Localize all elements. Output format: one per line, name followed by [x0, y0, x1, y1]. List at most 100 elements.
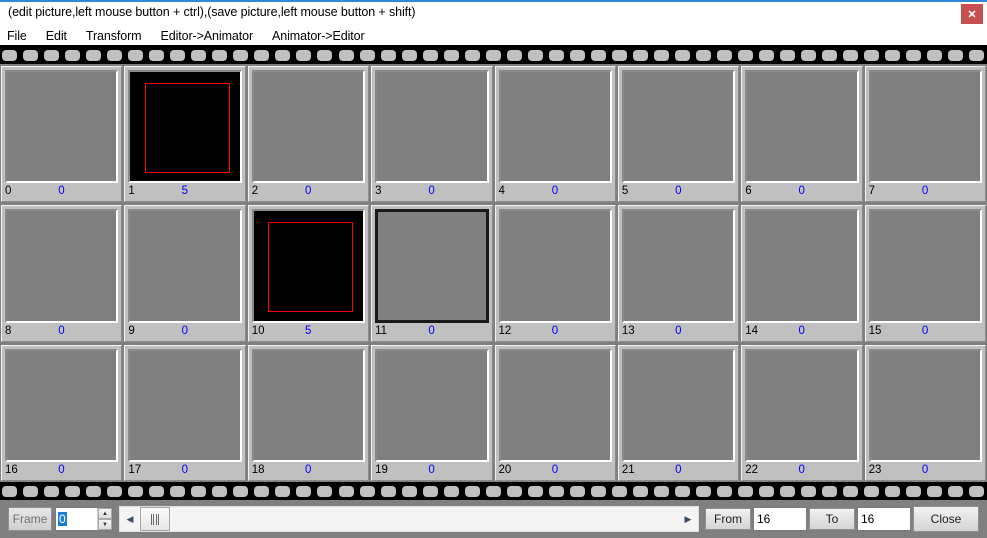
film-perforation — [275, 485, 291, 497]
menu-item-transform[interactable]: Transform — [86, 29, 142, 43]
frame-canvas-19[interactable] — [375, 348, 489, 462]
canvas-surface[interactable] — [500, 211, 610, 321]
canvas-surface[interactable] — [7, 350, 117, 460]
stepper-up-icon[interactable]: ▲ — [98, 508, 112, 519]
film-perforation — [296, 485, 312, 497]
close-button[interactable]: Close — [913, 506, 979, 532]
frame-cell-18[interactable]: 18 0 — [247, 344, 370, 481]
frame-delay-value: 0 — [181, 324, 189, 337]
canvas-surface[interactable] — [623, 72, 734, 182]
frame-cell-12[interactable]: 12 0 — [494, 205, 616, 342]
canvas-surface[interactable] — [870, 72, 980, 182]
frame-canvas-11[interactable] — [375, 209, 489, 323]
canvas-surface[interactable] — [130, 211, 240, 321]
to-button[interactable]: To — [809, 508, 855, 530]
scrollbar-track[interactable] — [170, 507, 678, 531]
scrollbar-thumb[interactable] — [140, 507, 170, 531]
frame-canvas-16[interactable] — [5, 348, 119, 462]
canvas-surface[interactable] — [623, 350, 734, 460]
frame-cell-15[interactable]: 15 0 — [864, 205, 986, 342]
frame-cell-14[interactable]: 14 0 — [741, 205, 863, 342]
from-input[interactable]: 16 — [753, 507, 807, 531]
canvas-surface[interactable] — [253, 211, 364, 321]
frame-cell-21[interactable]: 21 0 — [617, 344, 740, 481]
canvas-surface[interactable] — [253, 350, 364, 460]
film-perforation — [233, 49, 249, 61]
scroll-right-arrow-icon[interactable]: ▶ — [678, 507, 698, 531]
canvas-surface[interactable] — [747, 350, 857, 460]
from-button[interactable]: From — [705, 508, 751, 530]
title-bar: (edit picture,left mouse button + ctrl),… — [0, 0, 987, 26]
frame-cell-13[interactable]: 13 0 — [617, 205, 740, 342]
frame-canvas-12[interactable] — [498, 209, 612, 323]
menu-item-animator-to-editor[interactable]: Animator->Editor — [272, 29, 365, 43]
frame-canvas-21[interactable] — [621, 348, 736, 462]
frame-canvas-1[interactable] — [128, 70, 242, 184]
frame-canvas-22[interactable] — [745, 348, 859, 462]
menu-item-file[interactable]: File — [7, 29, 27, 43]
frame-canvas-0[interactable] — [5, 70, 119, 184]
canvas-surface[interactable] — [253, 72, 364, 182]
menu-item-edit[interactable]: Edit — [46, 29, 67, 43]
film-perforation — [548, 485, 564, 497]
frame-canvas-20[interactable] — [498, 348, 612, 462]
canvas-surface[interactable] — [500, 72, 610, 182]
frame-cell-19[interactable]: 19 0 — [371, 344, 493, 481]
frame-cell-9[interactable]: 90 — [124, 205, 246, 342]
frame-delay-value: 0 — [305, 185, 312, 198]
frame-cell-11[interactable]: 11 0 — [371, 205, 493, 342]
canvas-surface[interactable] — [377, 350, 487, 460]
canvas-surface[interactable] — [378, 212, 486, 320]
canvas-surface[interactable] — [130, 350, 240, 460]
to-input[interactable]: 16 — [857, 507, 911, 531]
frame-canvas-17[interactable] — [128, 348, 242, 462]
canvas-surface[interactable] — [7, 72, 117, 182]
frame-canvas-23[interactable] — [868, 348, 982, 462]
frame-canvas-15[interactable] — [868, 209, 982, 323]
frame-number-input[interactable]: 0 — [56, 508, 97, 530]
canvas-surface[interactable] — [377, 72, 487, 182]
frame-cell-20[interactable]: 20 0 — [494, 344, 616, 481]
frame-canvas-13[interactable] — [621, 209, 736, 323]
frame-canvas-7[interactable] — [868, 70, 982, 184]
scroll-left-arrow-icon[interactable]: ◀ — [120, 507, 140, 531]
frame-cell-8[interactable]: 80 — [1, 205, 123, 342]
canvas-surface[interactable] — [747, 72, 857, 182]
frame-scrollbar[interactable]: ◀ ▶ — [119, 506, 699, 532]
frame-canvas-14[interactable] — [745, 209, 859, 323]
canvas-surface[interactable] — [500, 350, 610, 460]
frame-canvas-9[interactable] — [128, 209, 242, 323]
frame-canvas-2[interactable] — [251, 70, 366, 184]
menu-item-editor-to-animator[interactable]: Editor->Animator — [160, 29, 253, 43]
frame-cell-23[interactable]: 23 0 — [864, 344, 986, 481]
canvas-surface[interactable] — [870, 350, 980, 460]
frame-canvas-5[interactable] — [621, 70, 736, 184]
canvas-surface[interactable] — [870, 211, 980, 321]
frame-cell-7[interactable]: 70 — [864, 66, 986, 203]
frame-cell-5[interactable]: 50 — [617, 66, 740, 203]
frame-cell-6[interactable]: 60 — [741, 66, 863, 203]
frame-cell-17[interactable]: 17 0 — [124, 344, 246, 481]
frame-cell-0[interactable]: 00 — [1, 66, 123, 203]
frame-cell-1[interactable]: 15 — [124, 66, 246, 203]
frame-number-stepper[interactable]: 0 ▲ ▼ — [55, 507, 113, 531]
frame-cell-4[interactable]: 40 — [494, 66, 616, 203]
canvas-surface[interactable] — [623, 211, 734, 321]
frame-canvas-3[interactable] — [375, 70, 489, 184]
frame-cell-10[interactable]: 10 5 — [247, 205, 370, 342]
frame-canvas-6[interactable] — [745, 70, 859, 184]
frame-canvas-18[interactable] — [251, 348, 366, 462]
canvas-surface[interactable] — [7, 211, 117, 321]
frame-cell-2[interactable]: 20 — [247, 66, 370, 203]
canvas-surface[interactable] — [130, 72, 240, 182]
frame-button[interactable]: Frame — [8, 507, 52, 531]
frame-canvas-4[interactable] — [498, 70, 612, 184]
frame-canvas-8[interactable] — [5, 209, 119, 323]
frame-cell-16[interactable]: 16 0 — [1, 344, 123, 481]
frame-cell-3[interactable]: 30 — [371, 66, 493, 203]
stepper-down-icon[interactable]: ▼ — [98, 519, 112, 530]
canvas-surface[interactable] — [747, 211, 857, 321]
window-close-button[interactable]: ✕ — [961, 4, 983, 24]
frame-cell-22[interactable]: 22 0 — [741, 344, 863, 481]
frame-canvas-10[interactable] — [251, 209, 366, 323]
